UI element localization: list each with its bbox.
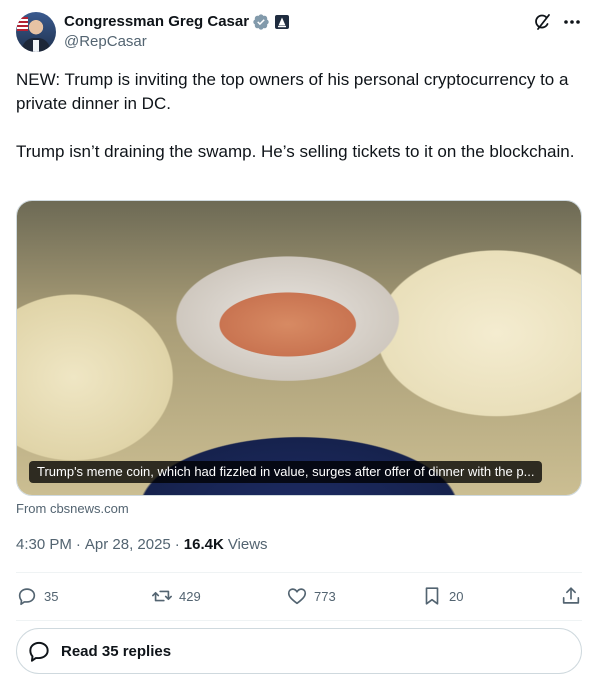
action-bar: 35 429 773 20 [16, 576, 582, 616]
meta-separator: · [174, 536, 180, 553]
flag-graphic [17, 17, 28, 31]
meta-separator: · [75, 536, 81, 553]
card-image[interactable] [17, 201, 581, 495]
repost-icon [151, 585, 173, 607]
government-badge-icon[interactable] [274, 14, 290, 30]
tweet-header: Congressman Greg Casar @RepCasar [16, 12, 582, 56]
tweet-paragraph: Trump isn’t draining the swamp. He’s sel… [16, 142, 575, 161]
repost-button[interactable]: 429 [151, 585, 271, 607]
card-source[interactable]: From cbsnews.com [16, 501, 129, 517]
name-row: Congressman Greg Casar [64, 12, 290, 32]
read-replies-button[interactable]: Read 35 replies [16, 628, 582, 674]
grok-slash-icon[interactable] [532, 12, 552, 32]
reply-button[interactable]: 35 [16, 585, 136, 607]
tweet-date[interactable]: Apr 28, 2025 [85, 535, 171, 555]
divider [16, 620, 582, 621]
divider [16, 572, 582, 573]
avatar[interactable] [16, 12, 56, 52]
views-label: Views [227, 536, 268, 553]
tweet-meta: 4:30 PM · Apr 28, 2025 · 16.4K Views [16, 535, 268, 555]
card-caption: Trump's meme coin, which had fizzled in … [29, 461, 543, 483]
repost-count: 429 [179, 588, 201, 604]
share-icon [560, 585, 582, 607]
display-name[interactable]: Congressman Greg Casar [64, 12, 249, 32]
like-button[interactable]: 773 [286, 585, 406, 607]
top-actions [532, 12, 582, 32]
tweet-time[interactable]: 4:30 PM [16, 535, 72, 555]
reply-icon [16, 585, 38, 607]
link-card[interactable]: Trump's meme coin, which had fizzled in … [16, 200, 582, 496]
tweet-text: NEW: Trump is inviting the top owners of… [16, 68, 582, 164]
bookmark-icon [421, 585, 443, 607]
gray-verified-checkmark-icon[interactable] [252, 13, 270, 31]
reply-icon [25, 637, 53, 665]
share-button[interactable] [556, 585, 582, 607]
author-handle[interactable]: @RepCasar [64, 32, 147, 52]
tweet-paragraph: NEW: Trump is inviting the top owners of… [16, 70, 569, 113]
read-replies-label: Read 35 replies [61, 642, 172, 660]
more-dots-icon[interactable] [562, 12, 582, 32]
views-count: 16.4K [183, 536, 224, 553]
like-count: 773 [314, 588, 336, 604]
bookmark-button[interactable]: 20 [421, 585, 541, 607]
reply-count: 35 [44, 588, 59, 604]
avatar-shirt [33, 40, 39, 52]
heart-icon [286, 585, 308, 607]
bookmark-count: 20 [449, 588, 464, 604]
